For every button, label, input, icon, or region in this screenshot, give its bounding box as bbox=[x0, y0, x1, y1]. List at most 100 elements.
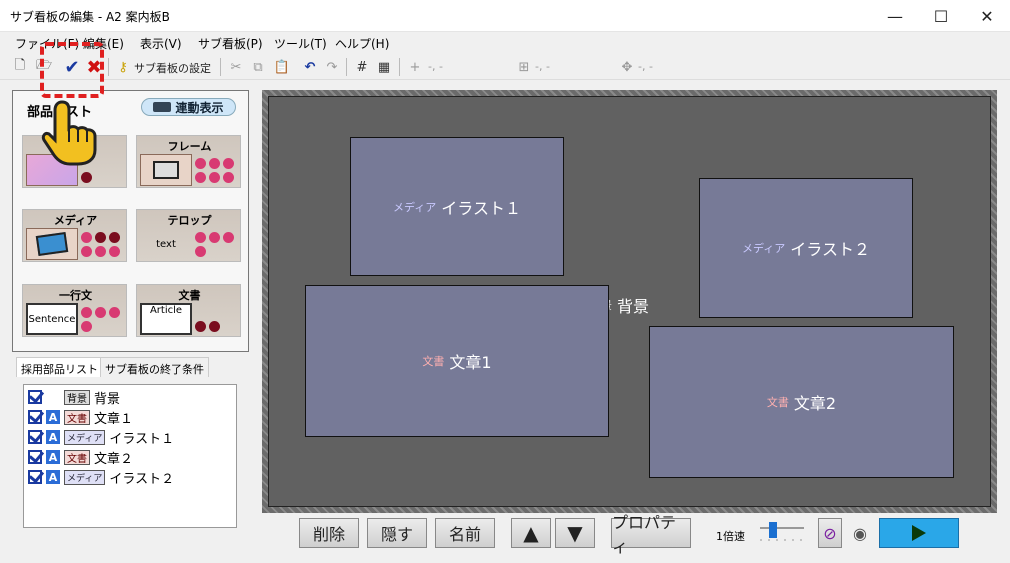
linked-display-button[interactable]: 連動表示 bbox=[141, 98, 236, 116]
delete-button[interactable]: 削除 bbox=[299, 518, 359, 548]
document-tag: 文書 bbox=[422, 355, 445, 368]
checkbox[interactable] bbox=[28, 410, 42, 424]
sentence-thumb: Sentence bbox=[26, 303, 78, 335]
part-label: 文章2 bbox=[793, 394, 837, 413]
type-badge: 文書 bbox=[64, 409, 90, 425]
card-label: テロップ bbox=[167, 214, 212, 227]
part-name: 文章２ bbox=[94, 451, 134, 467]
telop-thumb: text bbox=[156, 238, 176, 250]
part-illust1[interactable]: メディア イラスト１ bbox=[350, 137, 564, 276]
part-illust2[interactable]: メディア イラスト２ bbox=[699, 178, 913, 318]
background-name: 背景 bbox=[617, 297, 650, 316]
tab-end-conditions[interactable]: サブ看板の終了条件 bbox=[100, 357, 209, 377]
speed-label: 1倍速 bbox=[716, 530, 745, 543]
menu-bar: ファイル(F) 編集(E) 表示(V) サブ看板(P) ツール(T) ヘルプ(H… bbox=[0, 32, 1010, 54]
part-text2[interactable]: 文書 文章2 bbox=[649, 326, 954, 478]
no-preview-button[interactable]: ⊘ bbox=[818, 518, 842, 548]
part-label: イラスト２ bbox=[790, 240, 870, 259]
card-dots bbox=[81, 228, 126, 260]
play-icon bbox=[912, 525, 926, 541]
checkbox[interactable] bbox=[28, 390, 42, 404]
list-item[interactable]: A 文書 文章１ bbox=[28, 407, 133, 427]
document-tag: 文書 bbox=[766, 396, 789, 409]
hide-button[interactable]: 隠す bbox=[367, 518, 427, 548]
play-button[interactable] bbox=[879, 518, 959, 548]
checkbox[interactable] bbox=[28, 450, 42, 464]
grid-fine-icon[interactable]: ▦ bbox=[374, 57, 394, 77]
link-icon bbox=[153, 102, 172, 112]
menu-subboard[interactable]: サブ看板(P) bbox=[198, 35, 263, 52]
card-dots bbox=[81, 303, 126, 335]
part-name: 文章１ bbox=[94, 411, 134, 427]
list-item[interactable]: A メディア イラスト１ bbox=[28, 427, 174, 447]
move-up-button[interactable]: ▲ bbox=[511, 518, 551, 548]
tab-adopted-parts[interactable]: 採用部品リスト bbox=[16, 357, 103, 377]
title-bar: サブ看板の編集 - A2 案内板B — ☐ ✕ bbox=[0, 0, 1010, 32]
card-dots bbox=[195, 154, 240, 186]
window-title: サブ看板の編集 - A2 案内板B bbox=[10, 10, 170, 24]
maximize-button[interactable]: ☐ bbox=[918, 0, 964, 32]
grid-icon[interactable]: # bbox=[352, 57, 372, 77]
part-card-media[interactable]: メディア bbox=[22, 209, 127, 262]
card-dots bbox=[195, 228, 240, 260]
auto-icon: A bbox=[46, 470, 60, 484]
card-label: メディア bbox=[53, 214, 98, 227]
toolbar-separator bbox=[399, 58, 400, 76]
copy-icon[interactable]: ⧉ bbox=[248, 57, 268, 77]
crosshair-icon: + bbox=[409, 59, 421, 75]
media-tag: メディア bbox=[393, 200, 437, 214]
frame-thumb-icon bbox=[140, 154, 192, 186]
sound-button[interactable]: ◉ bbox=[848, 518, 872, 548]
paste-icon[interactable]: 📋 bbox=[272, 57, 292, 77]
article-thumb: Article bbox=[140, 303, 192, 335]
auto-icon: A bbox=[46, 430, 60, 444]
checkbox[interactable] bbox=[28, 430, 42, 444]
type-badge: メディア bbox=[64, 469, 106, 485]
part-text1[interactable]: 文書 文章1 bbox=[305, 285, 609, 437]
arrow-up-icon: ▲ bbox=[523, 521, 539, 545]
arrow-down-icon: ▼ bbox=[567, 521, 583, 545]
key-icon[interactable]: ⚷ bbox=[113, 57, 133, 77]
menu-tools[interactable]: ツール(T) bbox=[274, 35, 327, 52]
offset-readout: -, - bbox=[638, 60, 653, 73]
new-icon[interactable]: 🗋 bbox=[10, 57, 30, 77]
checkbox[interactable] bbox=[28, 470, 42, 484]
card-label: 文書 bbox=[178, 289, 201, 302]
list-item[interactable]: A 文書 文章２ bbox=[28, 447, 133, 467]
menu-view[interactable]: 表示(V) bbox=[140, 35, 182, 52]
properties-button[interactable]: プロパティ bbox=[611, 513, 691, 556]
part-card-telop[interactable]: テロップ text bbox=[136, 209, 241, 262]
part-name: イラスト１ bbox=[109, 431, 175, 447]
adopted-parts-list: 背景 背景 A 文書 文章１ A メディア イラスト１ A 文書 文章２ A メ… bbox=[23, 384, 237, 528]
close-button[interactable]: ✕ bbox=[964, 0, 1010, 32]
undo-icon[interactable]: ↶ bbox=[300, 57, 320, 77]
position-readout: -, - bbox=[428, 60, 443, 73]
no-preview-icon: ⊘ bbox=[823, 523, 837, 543]
part-card-frame[interactable]: フレーム bbox=[136, 135, 241, 188]
type-badge: 文書 bbox=[64, 449, 90, 465]
cut-icon[interactable]: ✂ bbox=[226, 57, 246, 77]
media-tag: メディア bbox=[742, 242, 786, 255]
sound-icon: ◉ bbox=[853, 523, 867, 543]
dot-icon bbox=[81, 171, 92, 183]
list-item[interactable]: 背景 背景 bbox=[28, 387, 120, 407]
auto-icon: A bbox=[46, 450, 60, 464]
size-icon: ⊞ bbox=[518, 59, 530, 75]
toolbar: 🗋 🗁 ✔ ✖ ⚷ サブ看板の設定 ✂ ⧉ 📋 ↶ ↷ # ▦ + -, - ⊞… bbox=[0, 54, 1010, 80]
move-down-button[interactable]: ▼ bbox=[555, 518, 595, 548]
card-label: 一行文 bbox=[59, 289, 92, 302]
speed-slider[interactable] bbox=[756, 520, 808, 546]
redo-icon[interactable]: ↷ bbox=[322, 57, 342, 77]
toolbar-separator bbox=[346, 58, 347, 76]
list-item[interactable]: A メディア イラスト２ bbox=[28, 467, 174, 487]
part-card-document[interactable]: 文書 Article bbox=[136, 284, 241, 337]
size-readout: -, - bbox=[535, 60, 550, 73]
part-label: イラスト１ bbox=[441, 198, 521, 218]
minimize-button[interactable]: — bbox=[872, 0, 918, 32]
part-name: イラスト２ bbox=[109, 471, 175, 487]
rename-button[interactable]: 名前 bbox=[435, 518, 495, 548]
part-card-sentence[interactable]: 一行文 Sentence bbox=[22, 284, 127, 337]
subboard-settings-button[interactable]: サブ看板の設定 bbox=[134, 60, 211, 76]
menu-help[interactable]: ヘルプ(H) bbox=[335, 35, 389, 52]
type-badge: 背景 bbox=[64, 389, 90, 405]
